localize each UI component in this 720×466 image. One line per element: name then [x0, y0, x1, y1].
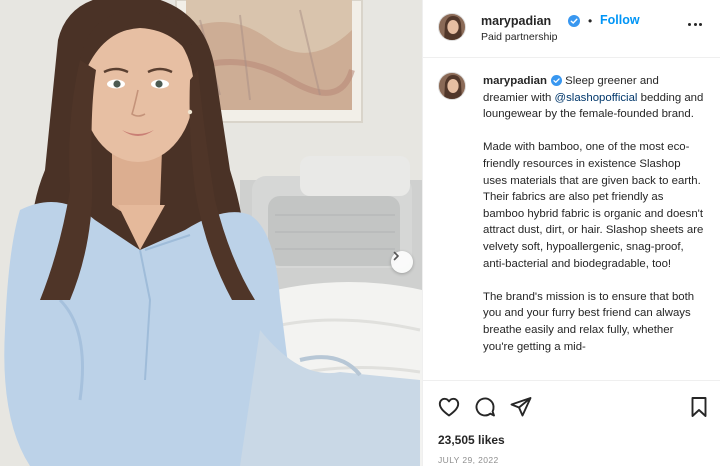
comment-icon[interactable]	[473, 395, 497, 419]
heart-icon[interactable]	[437, 395, 461, 419]
likes-count[interactable]: 23,505 likes	[438, 433, 505, 447]
post-photo[interactable]	[0, 0, 422, 466]
paid-partnership-label[interactable]: Paid partnership	[481, 31, 557, 43]
caption-avatar[interactable]	[438, 72, 466, 100]
follow-separator: •	[588, 14, 593, 28]
mention-link[interactable]: @slashopofficial	[555, 92, 638, 104]
caption-section: marypadian Sleep greener and dreamier wi…	[423, 58, 720, 380]
post-caption: marypadian Sleep greener and dreamier wi…	[483, 73, 705, 372]
avatar-image	[439, 14, 465, 40]
bookmark-icon[interactable]	[687, 395, 711, 419]
post-photo-illustration	[0, 0, 422, 466]
avatar[interactable]	[438, 13, 466, 41]
caption-username-link[interactable]: marypadian	[483, 75, 547, 87]
paper-plane-icon[interactable]	[509, 395, 533, 419]
caption-paragraph: The brand's mission is to ensure that bo…	[483, 290, 695, 353]
verified-badge-icon	[550, 75, 562, 86]
carousel-next-button[interactable]	[391, 251, 413, 273]
more-options-icon[interactable]	[685, 14, 705, 34]
username-link[interactable]: marypadian	[481, 14, 551, 28]
post-header: marypadian • Follow Paid partnership	[423, 0, 720, 58]
chevron-right-icon	[393, 251, 399, 261]
post-actions-bar: 23,505 likes JULY 29, 2022	[423, 380, 720, 466]
avatar-image	[439, 73, 465, 99]
verified-badge-icon	[568, 15, 580, 27]
post-details-panel: marypadian • Follow Paid partnership mar…	[422, 0, 720, 466]
caption-paragraph: Made with bamboo, one of the most eco-fr…	[483, 141, 704, 270]
follow-button[interactable]: Follow	[600, 13, 640, 27]
post-date: JULY 29, 2022	[438, 455, 499, 465]
